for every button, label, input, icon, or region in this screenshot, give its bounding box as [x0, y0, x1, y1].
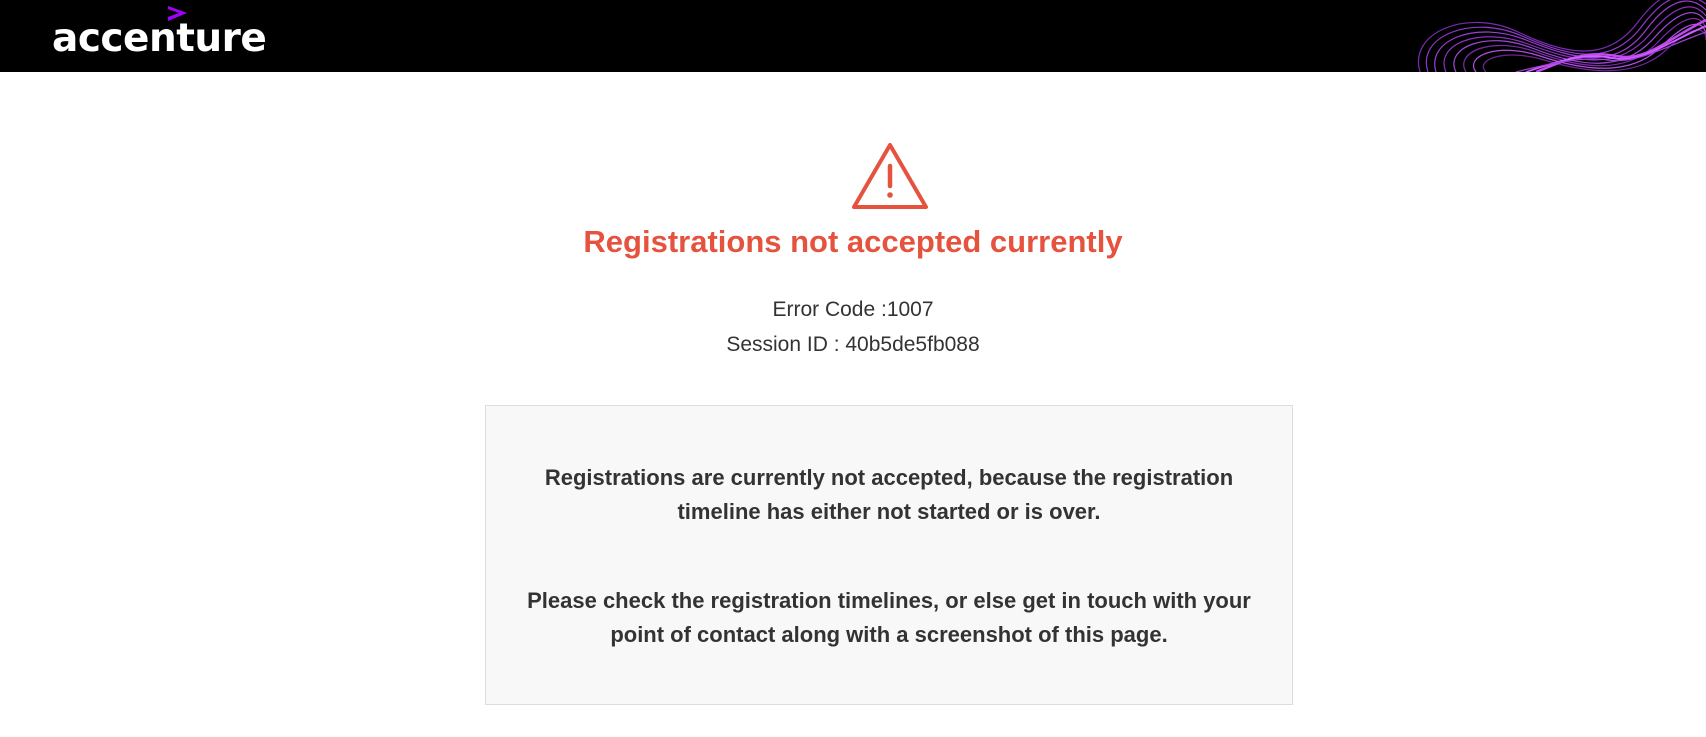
error-title: Registrations not accepted currently — [583, 224, 1123, 259]
message-paragraph-contact: Please check the registration timelines,… — [527, 588, 1251, 647]
warning-icon — [852, 143, 928, 209]
site-header: accenture — [0, 0, 1706, 72]
error-code: Error Code :1007 — [772, 298, 934, 321]
accenture-logo[interactable]: accenture — [52, 0, 312, 72]
decorative-wave-graphic — [1417, 0, 1706, 72]
message-paragraph-timeline: Registrations are currently not accepted… — [544, 465, 1234, 524]
message-box: Registrations are currently not accepted… — [485, 405, 1293, 705]
session-id: Session ID : 40b5de5fb088 — [726, 333, 980, 356]
brand-name: accenture — [52, 16, 267, 61]
